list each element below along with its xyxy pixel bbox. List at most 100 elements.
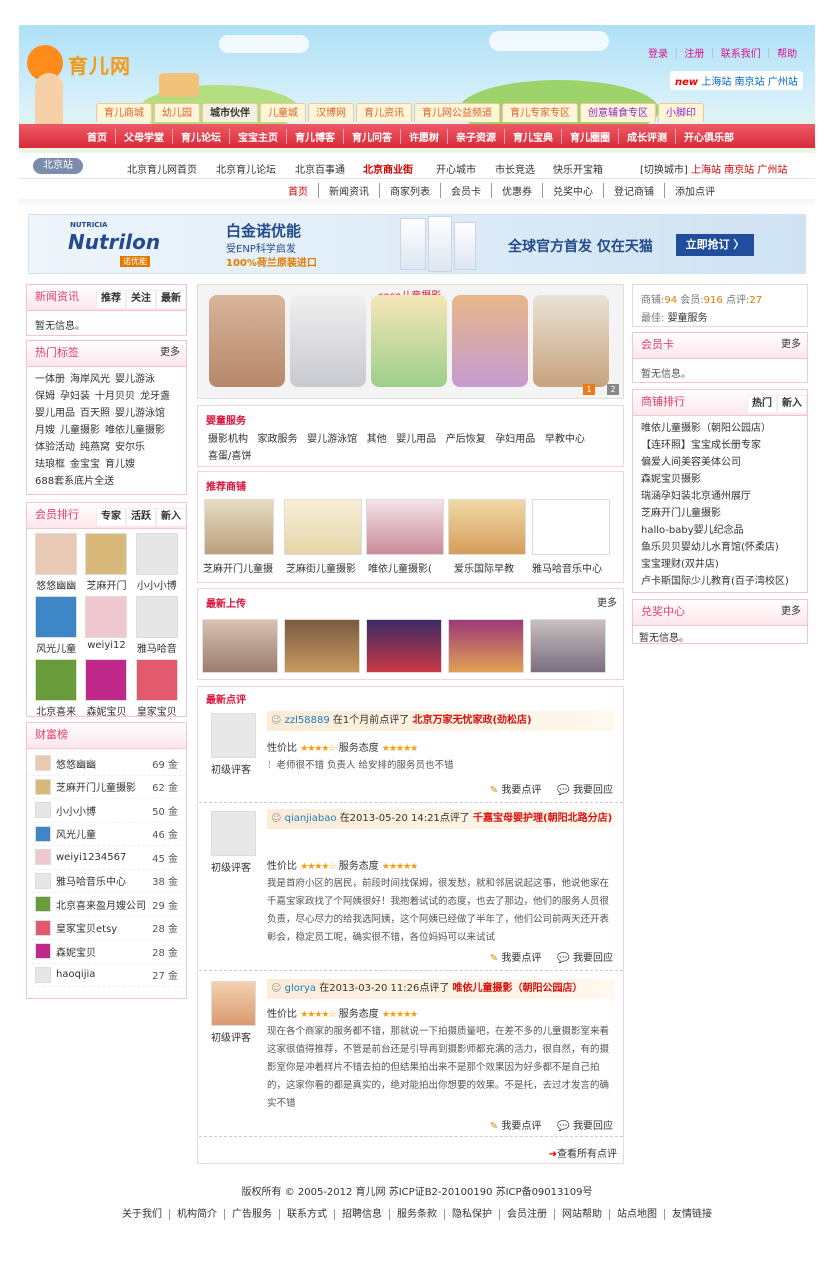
rank-item[interactable]: 唯依儿童摄影（朝阳公园店）	[641, 420, 799, 437]
tag-item[interactable]: 一体册	[35, 374, 65, 385]
switch-city-label[interactable]: [切换城市]	[640, 165, 688, 176]
tag-item[interactable]: 珐琅框	[35, 459, 65, 470]
member-item[interactable]: 小小小博	[132, 533, 182, 592]
shop-name[interactable]: 雅马哈音乐中心	[532, 560, 616, 575]
avatar[interactable]	[211, 811, 256, 856]
footer-link[interactable]: 隐私保护	[445, 1209, 500, 1220]
tag-item[interactable]: 唯依儿童摄影	[105, 425, 165, 436]
tag-item[interactable]: 龙牙盏	[140, 391, 170, 402]
shop-name[interactable]: 爱乐国际早教	[454, 560, 528, 575]
service-link[interactable]: 早教中心	[545, 434, 585, 445]
wealth-row[interactable]: 小小小博 50 金	[27, 799, 186, 823]
footer-link[interactable]: 广告服务	[225, 1209, 280, 1220]
shop-name[interactable]: 唯依儿童摄影(	[368, 560, 446, 575]
shop-thumbnail[interactable]	[284, 499, 362, 555]
write-review-link[interactable]: ✎ 我要点评	[482, 785, 542, 796]
rank-item[interactable]: 芝麻开门儿童摄影	[641, 505, 799, 522]
reply-link[interactable]: 💬 我要回应	[549, 785, 613, 796]
review-user[interactable]: glorya	[285, 983, 316, 994]
biz-news[interactable]: 新闻资讯	[319, 183, 380, 198]
slider-photo[interactable]	[209, 295, 285, 387]
wealth-row[interactable]: 森妮宝贝 28 金	[27, 940, 186, 964]
tag-item[interactable]: 婴儿游泳馆	[115, 408, 165, 419]
tag-item[interactable]: 儿童摄影	[60, 425, 100, 436]
tab-follow[interactable]: 关注	[126, 290, 156, 308]
service-link[interactable]: 摄影机构	[208, 434, 248, 445]
wealth-row[interactable]: 皇家宝贝etsy 28 金	[27, 917, 186, 940]
shop-thumbnail[interactable]	[532, 499, 610, 555]
upload-thumbnail[interactable]	[284, 619, 360, 673]
upload-thumbnail[interactable]	[202, 619, 278, 673]
slider-photo[interactable]	[452, 295, 528, 387]
service-link[interactable]: 产后恢复	[446, 434, 486, 445]
footer-link[interactable]: 会员注册	[500, 1209, 555, 1220]
city-link-nanjing[interactable]: 南京站	[735, 77, 765, 88]
tag-item[interactable]: 婴儿用品	[35, 408, 75, 419]
tab-news[interactable]: 育儿资讯	[356, 103, 412, 122]
help-link[interactable]: 帮助	[777, 49, 797, 60]
member-item[interactable]: 皇家宝贝	[132, 659, 182, 718]
write-review-link[interactable]: ✎ 我要点评	[482, 953, 542, 964]
city-link-guangzhou[interactable]: 广州站	[768, 77, 798, 88]
city-link-shanghai[interactable]: 上海站	[701, 77, 731, 88]
switch-nanjing[interactable]: 南京站	[724, 165, 754, 176]
tag-item[interactable]: 孕妇装	[60, 391, 90, 402]
service-link[interactable]: 家政服务	[258, 434, 298, 445]
biz-coupons[interactable]: 优惠券	[492, 183, 543, 198]
tab-experts[interactable]: 专家	[96, 508, 126, 526]
tab-mall[interactable]: 育儿商城	[96, 103, 152, 122]
rank-item[interactable]: 宝宝理财(双井店)	[641, 556, 799, 573]
more-link[interactable]: 更多	[597, 594, 617, 609]
wealth-row[interactable]: 北京喜来盈月嫂公司 29 金	[27, 893, 186, 917]
member-item[interactable]: 悠悠幽幽	[31, 533, 81, 592]
rank-item[interactable]: 偏爱人间美容美体公司	[641, 454, 799, 471]
more-link[interactable]: 更多	[160, 341, 180, 365]
tab-new[interactable]: 新入	[156, 508, 186, 526]
tab-city-partner[interactable]: 城市伙伴	[202, 103, 258, 122]
service-link[interactable]: 喜蛋/喜饼	[208, 451, 251, 462]
tag-item[interactable]: 688套系底片全送	[35, 476, 114, 487]
site-logo[interactable]: 育儿网	[68, 50, 131, 79]
slider-page-1[interactable]: 1	[583, 384, 595, 395]
tab-active[interactable]: 活跃	[126, 508, 156, 526]
nav-baby-home[interactable]: 宝宝主页	[230, 128, 287, 144]
tag-item[interactable]: 百天照	[80, 408, 110, 419]
footer-link[interactable]: 机构简介	[170, 1209, 225, 1220]
review-shop[interactable]: 千嘉宝母婴护理(朝阳北路分店)	[473, 813, 612, 824]
tab-hanbo[interactable]: 汉博网	[308, 103, 354, 122]
reply-link[interactable]: 💬 我要回应	[549, 953, 613, 964]
avatar[interactable]	[211, 981, 256, 1026]
switch-shanghai[interactable]: 上海站	[691, 165, 721, 176]
stat-best[interactable]: 婴童服务	[668, 313, 708, 324]
tag-item[interactable]: 十月贝贝	[95, 391, 135, 402]
member-item[interactable]: 北京喜来	[31, 659, 81, 718]
tag-item[interactable]: 育儿嫂	[105, 459, 135, 470]
upload-thumbnail[interactable]	[366, 619, 442, 673]
review-shop[interactable]: 北京万家无忧家政(劲松店)	[412, 715, 531, 726]
wealth-row[interactable]: weiyi1234567 45 金	[27, 846, 186, 870]
wealth-row[interactable]: 雅马哈音乐中心 38 金	[27, 870, 186, 893]
sub-link-mayor[interactable]: 市长竞选	[495, 161, 535, 176]
rank-item[interactable]: 森妮宝贝摄影	[641, 471, 799, 488]
tag-item[interactable]: 纯燕窝	[80, 442, 110, 453]
rank-item[interactable]: hallo-baby婴儿纪念品	[641, 522, 799, 539]
nav-qa[interactable]: 育儿问答	[344, 128, 401, 144]
member-item[interactable]: weiyi12	[81, 596, 131, 655]
contact-link[interactable]: 联系我们	[721, 49, 761, 60]
sub-link-forum[interactable]: 北京育儿论坛	[216, 161, 276, 176]
sub-link-biz-street[interactable]: 北京商业街	[363, 161, 413, 176]
footer-link[interactable]: 友情链接	[665, 1209, 719, 1220]
sub-link-home[interactable]: 北京育儿网首页	[127, 161, 197, 176]
review-shop[interactable]: 唯依儿童摄影（朝阳公园店）	[453, 983, 583, 994]
shop-name[interactable]: 芝麻街儿童摄影	[286, 560, 364, 575]
tag-item[interactable]: 安尔乐	[115, 442, 145, 453]
upload-thumbnail[interactable]	[448, 619, 524, 673]
sub-link-guide[interactable]: 北京百事通	[295, 161, 345, 176]
rank-item[interactable]: 鱼乐贝贝婴幼儿水育馆(怀柔店)	[641, 539, 799, 556]
service-link[interactable]: 婴儿游泳馆	[307, 434, 357, 445]
nav-growth-test[interactable]: 成长评测	[619, 128, 676, 144]
sub-link-happy-city[interactable]: 开心城市	[436, 161, 476, 176]
tag-item[interactable]: 体验活动	[35, 442, 75, 453]
wealth-row[interactable]: 风光儿童 46 金	[27, 823, 186, 846]
avatar[interactable]	[211, 713, 256, 758]
